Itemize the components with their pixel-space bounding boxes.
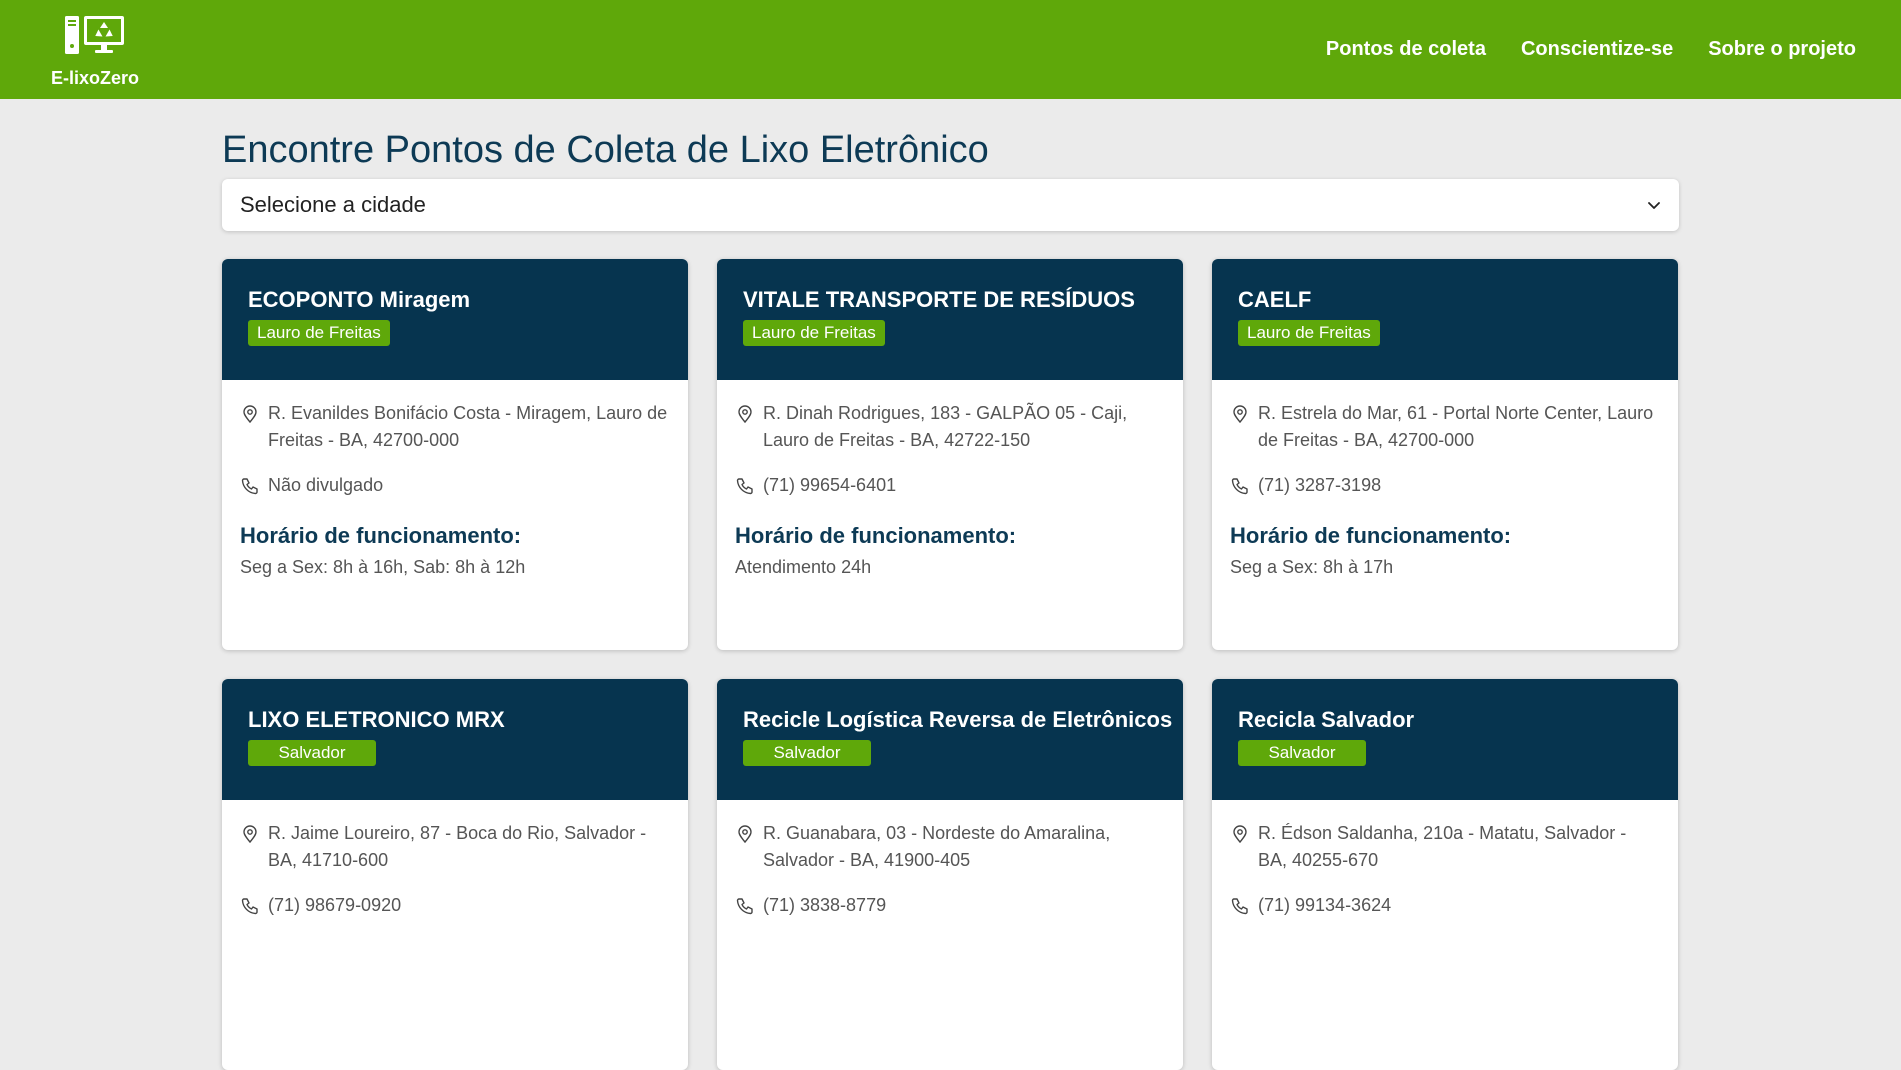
city-select-value: Selecione a cidade [240,192,426,217]
card-title: ECOPONTO Miragem [248,287,471,312]
address-text: R. Guanabara, 03 - Nordeste do Amaralina… [763,823,1111,870]
phone-row: (71) 99654-6401 [735,472,1165,499]
phone-text: (71) 3838-8779 [763,895,887,915]
map-pin-icon [1233,825,1247,844]
address-text: R. Dinah Rodrigues, 183 - GALPÃO 05 - Ca… [763,403,1128,450]
map-pin-icon [1233,405,1247,424]
city-badge: Salvador [248,740,376,766]
card-title: VITALE TRANSPORTE DE RESÍDUOS [743,287,1135,312]
phone-text: (71) 3287-3198 [1258,475,1382,495]
nav-conscientize-se[interactable]: Conscientize-se [1521,38,1673,61]
phone-icon [736,478,753,495]
hours-text: Atendimento 24h [735,557,872,577]
hours-title: Horário de funcionamento: [735,523,1017,548]
hours-text: Seg a Sex: 8h à 17h [1230,557,1394,577]
card-body: R. Jaime Loureiro, 87 - Boca do Rio, Sal… [222,800,688,919]
address-row: R. Dinah Rodrigues, 183 - GALPÃO 05 - Ca… [735,400,1165,454]
city-badge: Salvador [743,740,871,766]
card-header: VITALE TRANSPORTE DE RESÍDUOS Lauro de F… [717,259,1183,380]
nav-sobre-o-projeto[interactable]: Sobre o projeto [1708,38,1856,61]
phone-icon [736,898,753,915]
card-title: Recicla Salvador [1238,707,1415,732]
collection-point-card: LIXO ELETRONICO MRX Salvador R. Jaime Lo… [222,679,688,1070]
page-title: Encontre Pontos de Coleta de Lixo Eletrô… [222,129,989,171]
chevron-down-icon [1648,202,1660,209]
address-row: R. Guanabara, 03 - Nordeste do Amaralina… [735,820,1165,874]
collection-point-card: ECOPONTO Miragem Lauro de Freitas R. Eva… [222,259,688,650]
card-body: R. Dinah Rodrigues, 183 - GALPÃO 05 - Ca… [717,380,1183,578]
nav-pontos-de-coleta[interactable]: Pontos de coleta [1326,38,1486,61]
card-header: CAELF Lauro de Freitas [1212,259,1678,380]
city-badge: Lauro de Freitas [248,320,390,346]
card-body: R. Evanildes Bonifácio Costa - Miragem, … [222,380,688,578]
address-row: R. Édson Saldanha, 210a - Matatu, Salvad… [1230,820,1660,874]
city-badge: Lauro de Freitas [743,320,885,346]
phone-row: (71) 3287-3198 [1230,472,1660,499]
address-row: R. Jaime Loureiro, 87 - Boca do Rio, Sal… [240,820,670,874]
collection-point-card: Recicle Logística Reversa de Eletrônicos… [717,679,1183,1070]
collection-point-card: Recicla Salvador Salvador R. Édson Salda… [1212,679,1678,1070]
phone-text: Não divulgado [268,475,384,495]
phone-text: (71) 98679-0920 [268,895,402,915]
card-header: ECOPONTO Miragem Lauro de Freitas [222,259,688,380]
hours-title: Horário de funcionamento: [240,523,522,548]
card-title: Recicle Logística Reversa de Eletrônicos [743,707,1173,732]
map-pin-icon [738,405,752,424]
map-pin-icon [243,405,257,424]
phone-row: Não divulgado [240,472,670,499]
card-body: R. Estrela do Mar, 61 - Portal Norte Cen… [1212,380,1678,578]
address-text: R. Jaime Loureiro, 87 - Boca do Rio, Sal… [268,823,647,870]
top-navbar: E-lixoZero Pontos de coleta Conscientize… [0,0,1901,99]
main-nav: Pontos de coleta Conscientize-se Sobre o… [1326,38,1856,61]
card-header: LIXO ELETRONICO MRX Salvador [222,679,688,800]
address-text: R. Evanildes Bonifácio Costa - Miragem, … [268,403,668,450]
brand-name: E-lixoZero [50,67,139,88]
card-header: Recicle Logística Reversa de Eletrônicos… [717,679,1183,800]
address-row: R. Evanildes Bonifácio Costa - Miragem, … [240,400,670,454]
collection-point-card: VITALE TRANSPORTE DE RESÍDUOS Lauro de F… [717,259,1183,650]
hours-text: Seg a Sex: 8h à 16h, Sab: 8h à 12h [240,557,526,577]
city-badge: Lauro de Freitas [1238,320,1380,346]
hours-title: Horário de funcionamento: [1230,523,1512,548]
card-body: R. Édson Saldanha, 210a - Matatu, Salvad… [1212,800,1678,919]
card-title: LIXO ELETRONICO MRX [248,707,505,732]
collection-points-grid: ECOPONTO Miragem Lauro de Freitas R. Eva… [222,259,1679,1070]
card-header: Recicla Salvador Salvador [1212,679,1678,800]
computer-recycle-icon [65,15,124,54]
phone-icon [1231,478,1248,495]
card-title: CAELF [1238,287,1312,312]
brand-logo-link[interactable]: E-lixoZero [49,12,141,88]
phone-icon [241,478,258,495]
city-select[interactable]: Selecione a cidade [222,179,1679,231]
map-pin-icon [243,825,257,844]
city-badge: Salvador [1238,740,1366,766]
phone-icon [241,898,258,915]
phone-row: (71) 3838-8779 [735,892,1165,919]
collection-point-card: CAELF Lauro de Freitas R. Estrela do Mar… [1212,259,1678,650]
address-text: R. Édson Saldanha, 210a - Matatu, Salvad… [1258,823,1627,870]
main-content: Encontre Pontos de Coleta de Lixo Eletrô… [222,99,1679,1070]
phone-row: (71) 99134-3624 [1230,892,1660,919]
map-pin-icon [738,825,752,844]
address-row: R. Estrela do Mar, 61 - Portal Norte Cen… [1230,400,1660,454]
phone-icon [1231,898,1248,915]
phone-row: (71) 98679-0920 [240,892,670,919]
address-text: R. Estrela do Mar, 61 - Portal Norte Cen… [1258,403,1654,450]
card-body: R. Guanabara, 03 - Nordeste do Amaralina… [717,800,1183,919]
phone-text: (71) 99654-6401 [763,475,897,495]
phone-text: (71) 99134-3624 [1258,895,1392,915]
